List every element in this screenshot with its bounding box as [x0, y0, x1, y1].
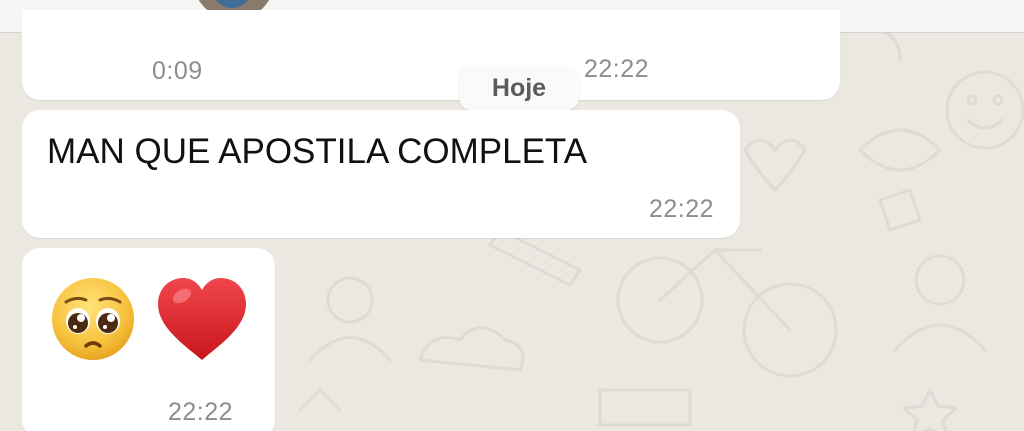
message-timestamp: 22:22	[168, 398, 234, 426]
text-message-bubble[interactable]: MAN QUE APOSTILA COMPLETA 22:22	[22, 110, 740, 238]
chat-screen: 0:09 22:22 Hoje MAN QUE APOSTILA COMPLET…	[0, 0, 1024, 431]
audio-message-bubble[interactable]: 0:09 22:22	[22, 10, 840, 100]
emoji-row	[50, 276, 248, 362]
emoji-message-bubble[interactable]: 22:22	[22, 248, 275, 431]
message-timestamp: 22:22	[584, 55, 650, 83]
message-timestamp: 22:22	[648, 195, 714, 223]
audio-duration: 0:09	[152, 57, 203, 85]
red-heart-icon	[158, 278, 246, 360]
date-separator: Hoje	[459, 66, 579, 110]
message-text: MAN QUE APOSTILA COMPLETA	[47, 132, 588, 171]
pleading-face-icon	[52, 278, 134, 360]
